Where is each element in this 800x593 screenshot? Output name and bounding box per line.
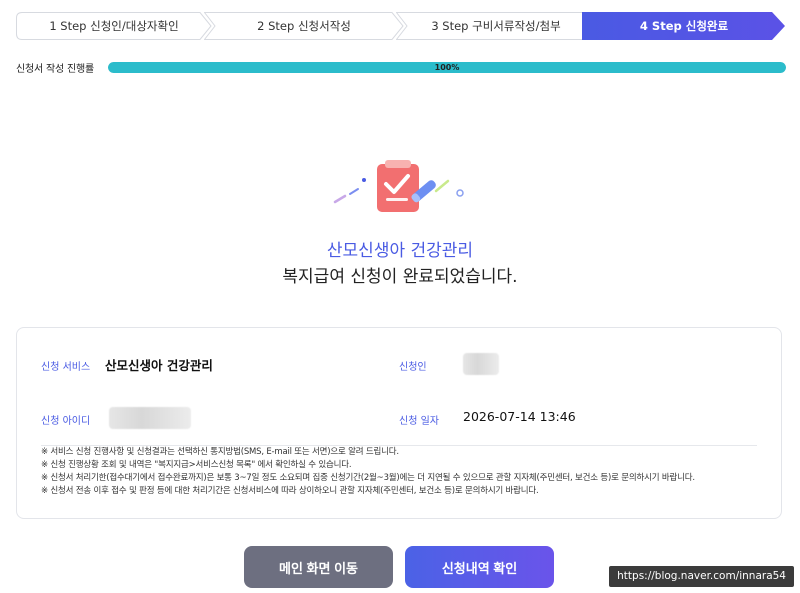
go-to-main-button[interactable]: 메인 화면 이동 [244, 546, 393, 588]
service-value: 산모신생아 건강관리 [105, 358, 213, 373]
completion-message: 복지급여 신청이 완료되었습니다. [282, 267, 518, 287]
step-2-label: 2 Step 신청서작성 [257, 19, 351, 33]
notice-item: ※ 서비스 신청 진행사항 및 신청결과는 선택하신 통지방법(SMS, E-m… [41, 447, 399, 457]
step-indicator: 1 Step 신청인/대상자확인 2 Step 신청서작성 3 Step 구비서… [16, 12, 786, 40]
info-row-1: 신청 서비스 산모신생아 건강관리 신청인 [41, 342, 757, 386]
id-label: 신청 아이디 [41, 416, 91, 427]
service-label: 신청 서비스 [41, 362, 91, 373]
step-1-label: 1 Step 신청인/대상자확인 [49, 19, 179, 33]
step-4-label: 4 Step 신청완료 [639, 19, 729, 33]
notice-item: ※ 신청서 처리기한(접수대기에서 접수완료까지)은 보통 3~7일 정도 소요… [41, 473, 695, 483]
service-title: 산모신생아 건강관리 [326, 241, 474, 261]
step-2: 2 Step 신청서작성 [204, 12, 404, 40]
info-grid: 신청 서비스 산모신생아 건강관리 신청인 신청 아이디 신청 일자 2026-… [41, 342, 757, 446]
notice-item: ※ 신청 진행상황 조회 및 내역은 "복지지급>서비스신청 목록" 에서 확인… [41, 460, 352, 470]
info-row-2: 신청 아이디 신청 일자 2026-07-14 13:46 [41, 396, 757, 440]
step-1: 1 Step 신청인/대상자확인 [16, 12, 212, 40]
progress-row: 신청서 작성 진행률 100% [16, 60, 786, 75]
step-4-active: 4 Step 신청완료 [582, 12, 786, 40]
completion-illustration [330, 158, 470, 218]
date-label: 신청 일자 [399, 416, 439, 427]
progress-percent: 100% [434, 62, 460, 72]
notice-list: ※ 서비스 신청 진행사항 및 신청결과는 선택하신 통지방법(SMS, E-m… [41, 446, 771, 498]
application-info-card: 신청 서비스 산모신생아 건강관리 신청인 신청 아이디 신청 일자 2026-… [16, 327, 782, 519]
progress-bar: 100% [108, 61, 786, 73]
watermark: https://blog.naver.com/innara54 [609, 566, 794, 587]
step-3: 3 Step 구비서류작성/첨부 [396, 12, 596, 40]
applicant-label: 신청인 [399, 362, 427, 373]
date-value: 2026-07-14 13:46 [463, 409, 576, 424]
view-history-button[interactable]: 신청내역 확인 [405, 546, 554, 588]
notice-item: ※ 신청서 전송 이후 접수 및 판정 등에 대한 처리기간은 신청서비스에 따… [41, 486, 539, 496]
id-value-redacted [109, 407, 191, 429]
applicant-value-redacted [463, 353, 499, 375]
progress-label: 신청서 작성 진행률 [16, 63, 94, 75]
step-3-label: 3 Step 구비서류작성/첨부 [431, 19, 561, 33]
